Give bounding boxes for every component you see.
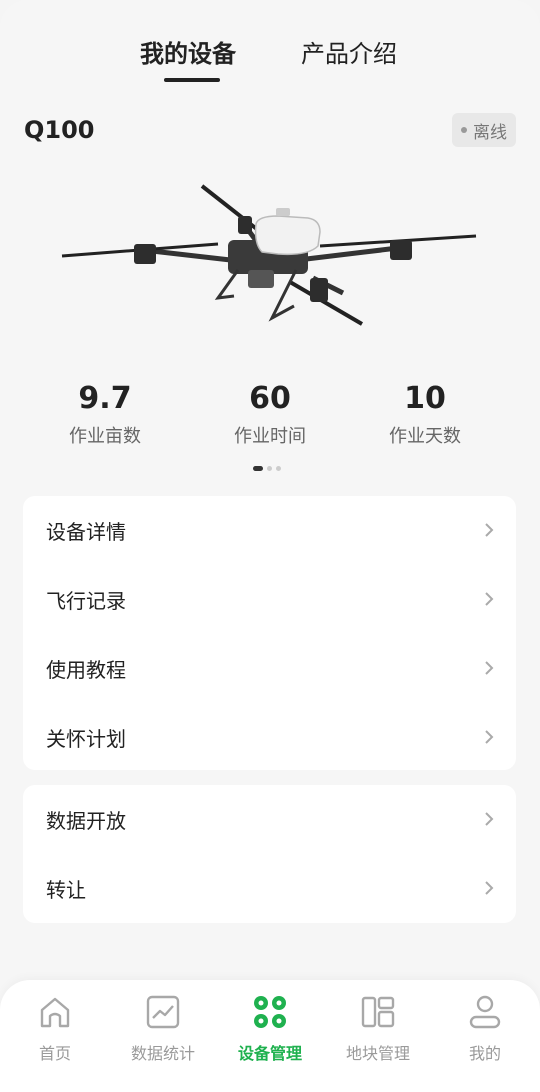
menu-item-label: 使用教程 <box>46 658 126 682</box>
menu-item-transfer[interactable]: 转让 <box>23 854 516 923</box>
menu-item-label: 数据开放 <box>46 809 126 833</box>
stat-area-label: 作业亩数 <box>69 426 141 447</box>
carousel-dot-active <box>253 466 263 471</box>
status-badge: 离线 <box>452 113 516 147</box>
menu-item-flight-records[interactable]: 飞行记录 <box>23 565 516 634</box>
stat-days-label: 作业天数 <box>389 426 461 447</box>
user-icon <box>469 995 501 1029</box>
nav-field-mgmt[interactable]: 地块管理 <box>330 992 426 1064</box>
status-dot-icon <box>461 127 467 133</box>
drone-icon <box>254 996 286 1028</box>
top-tabs: 我的设备 产品介绍 <box>0 34 540 86</box>
menu-item-care-plan[interactable]: 关怀计划 <box>23 703 516 772</box>
menu-item-label: 关怀计划 <box>46 727 126 751</box>
menu-card-secondary: 数据开放 转让 <box>23 785 516 923</box>
nav-device-mgmt[interactable]: 设备管理 <box>222 992 318 1064</box>
chart-icon <box>146 995 180 1029</box>
tab-product-intro[interactable]: 产品介绍 <box>301 34 397 69</box>
menu-item-device-details[interactable]: 设备详情 <box>23 496 516 565</box>
menu-item-tutorial[interactable]: 使用教程 <box>23 634 516 703</box>
stat-time: 60 作业时间 <box>200 380 340 448</box>
stat-area: 9.7 作业亩数 <box>35 380 175 448</box>
field-blocks-icon <box>361 996 395 1028</box>
chevron-right-icon <box>485 661 494 675</box>
nav-home-label: 首页 <box>38 1044 71 1063</box>
stat-days: 10 作业天数 <box>355 380 495 448</box>
status-text: 离线 <box>473 122 507 143</box>
menu-item-data-open[interactable]: 数据开放 <box>23 785 516 854</box>
nav-mine[interactable]: 我的 <box>437 992 533 1064</box>
chevron-right-icon <box>485 592 494 606</box>
nav-device-mgmt-label: 设备管理 <box>237 1044 302 1063</box>
stat-days-value: 10 <box>404 381 446 416</box>
stat-time-label: 作业时间 <box>234 426 306 447</box>
nav-stats[interactable]: 数据统计 <box>115 992 211 1064</box>
chevron-right-icon <box>485 812 494 826</box>
chevron-right-icon <box>485 523 494 537</box>
nav-stats-label: 数据统计 <box>130 1044 195 1063</box>
menu-item-label: 设备详情 <box>46 520 126 544</box>
stat-time-value: 60 <box>249 381 291 416</box>
menu-card-primary: 设备详情 飞行记录 使用教程 关怀计划 <box>23 496 516 770</box>
chevron-right-icon <box>485 881 494 895</box>
nav-field-mgmt-label: 地块管理 <box>345 1044 410 1063</box>
carousel-dot <box>276 466 281 471</box>
stat-area-value: 9.7 <box>78 381 132 416</box>
active-tab-indicator <box>164 78 220 82</box>
carousel-indicator[interactable] <box>253 466 281 472</box>
device-page: 我的设备 产品介绍 Q100 离线 9.7 作业亩数 60 作业时间 10 作业… <box>0 0 540 1092</box>
chevron-right-icon <box>485 730 494 744</box>
carousel-dot <box>267 466 272 471</box>
menu-item-label: 转让 <box>46 878 86 902</box>
nav-home[interactable]: 首页 <box>7 992 103 1064</box>
menu-item-label: 飞行记录 <box>46 589 126 613</box>
home-icon <box>40 997 70 1028</box>
nav-mine-label: 我的 <box>468 1044 501 1063</box>
bottom-nav: 首页 数据统计 设备管理 地块管理 我的 <box>0 980 540 1092</box>
device-name: Q100 <box>24 116 95 144</box>
drone-image[interactable] <box>58 178 482 338</box>
tab-my-devices[interactable]: 我的设备 <box>140 34 236 69</box>
work-stats: 9.7 作业亩数 60 作业时间 10 作业天数 <box>0 380 540 450</box>
